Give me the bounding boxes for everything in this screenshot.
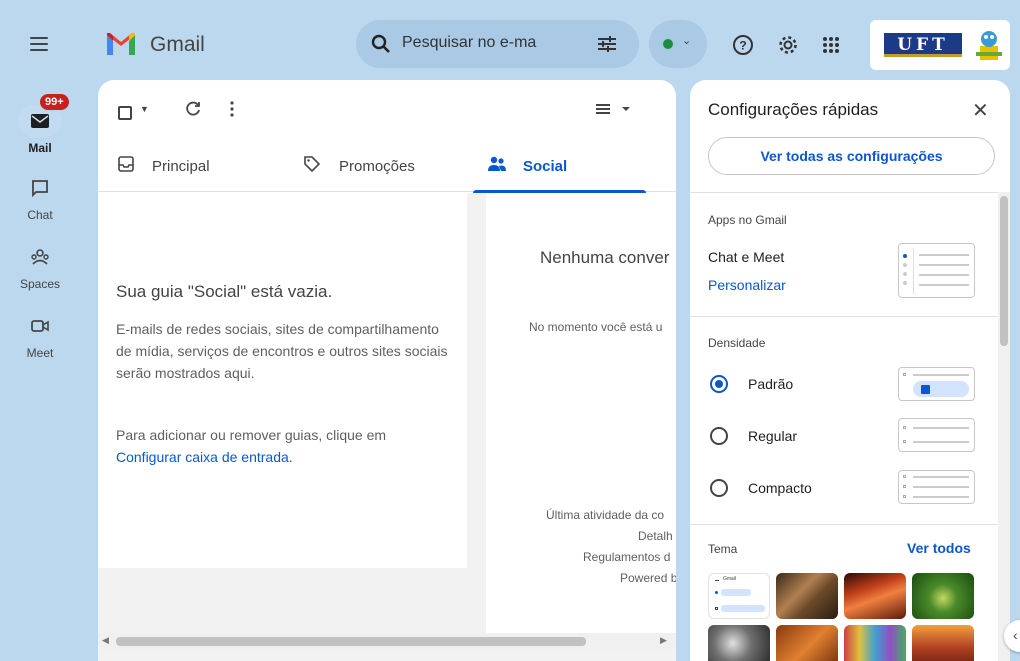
reading-pane: Nenhuma conver No momento você está u Úl… (486, 193, 676, 633)
tag-icon (303, 155, 321, 177)
customize-link[interactable]: Personalizar (708, 277, 786, 293)
tab-social[interactable]: Social (473, 140, 646, 193)
density-compact-radio[interactable] (710, 479, 728, 497)
tab-label: Social (523, 157, 568, 175)
apps-preview-thumbnail (898, 243, 975, 298)
theme-section-heading: Tema (708, 542, 738, 556)
status-dot-icon (663, 39, 673, 49)
close-icon[interactable]: ✕ (972, 98, 989, 123)
density-regular-preview[interactable] (898, 418, 975, 452)
empty-state-description: E-mails de redes sociais, sites de compa… (116, 321, 448, 381)
theme-plant[interactable] (912, 573, 974, 619)
theme-chess[interactable] (776, 573, 838, 619)
vertical-scrollbar[interactable] (998, 192, 1010, 661)
tab-principal[interactable]: Principal (118, 140, 288, 192)
see-all-settings-button[interactable]: Ver todas as configurações (708, 137, 995, 175)
quick-settings-panel: Configurações rápidas ✕ Ver todas as con… (690, 80, 1010, 661)
density-section-heading: Densidade (708, 336, 766, 350)
empty-state-title: Sua guia "Social" está vazia. (116, 282, 333, 301)
help-icon[interactable]: ? (727, 29, 759, 61)
main-menu-button[interactable] (28, 34, 52, 52)
select-options-chevron-icon[interactable]: ▼ (140, 104, 149, 114)
reading-pane-subtitle: No momento você está u (529, 320, 663, 334)
powered-by-text: Powered by (620, 571, 676, 585)
chevron-down-icon: ⌄ (682, 35, 692, 47)
search-icon[interactable] (370, 33, 392, 60)
divider (690, 192, 998, 193)
density-compact-preview[interactable] (898, 470, 975, 504)
tab-promocoes[interactable]: Promoções (303, 140, 473, 192)
more-options-icon[interactable] (229, 100, 235, 123)
scroll-left-arrow-icon[interactable]: ◀ (102, 635, 109, 646)
status-button[interactable]: ⌄ (649, 20, 707, 68)
search-options-icon[interactable] (596, 34, 618, 59)
search-bar[interactable]: Pesquisar no e-mail (356, 20, 639, 68)
density-default-label[interactable]: Padrão (748, 376, 793, 392)
rail-label-chat: Chat (27, 208, 53, 222)
policies-link[interactable]: Regulamentos d (583, 550, 670, 564)
inbox-icon (118, 156, 134, 176)
unread-count-badge: 99+ (38, 92, 71, 112)
app-title: Gmail (150, 33, 205, 56)
reading-pane-title: Nenhuma conver (540, 248, 670, 267)
inbox-panel: ▼ Principal Promoções Social Sua guia "S… (98, 80, 676, 661)
density-default-radio[interactable] (710, 375, 728, 393)
theme-leaves[interactable] (776, 625, 838, 661)
theme-preview-brand: Gmail (723, 576, 737, 582)
tab-label: Promoções (339, 157, 415, 175)
rail-item-mail[interactable]: Mail (0, 105, 80, 155)
details-link[interactable]: Detalh (638, 529, 673, 543)
rail-label-mail: Mail (28, 141, 52, 155)
rail-item-chat[interactable]: Chat (0, 172, 80, 222)
density-regular-label[interactable]: Regular (748, 428, 797, 444)
hint-text: Para adicionar ou remover guias, clique … (116, 427, 387, 443)
search-input[interactable]: Pesquisar no e-mail (402, 34, 537, 52)
scroll-right-arrow-icon[interactable]: ▶ (660, 635, 667, 646)
configure-inbox-link[interactable]: Configurar caixa de entrada. (116, 449, 293, 465)
people-icon (487, 156, 507, 176)
empty-state-hint: Para adicionar ou remover guias, clique … (116, 424, 456, 468)
theme-canyon[interactable] (844, 573, 906, 619)
gmail-logo[interactable] (105, 31, 137, 57)
apps-section-heading: Apps no Gmail (708, 213, 787, 227)
refresh-icon[interactable] (184, 100, 202, 123)
category-tabs: Principal Promoções Social (98, 140, 676, 193)
rail-label-spaces: Spaces (19, 277, 61, 291)
theme-desert[interactable] (912, 625, 974, 661)
theme-bubbles[interactable] (708, 625, 770, 661)
chevron-left-icon: ‹ (1013, 627, 1018, 643)
rail-label-meet: Meet (26, 346, 54, 360)
density-regular-radio[interactable] (710, 427, 728, 445)
density-default-preview[interactable] (898, 367, 975, 401)
last-activity-text: Última atividade da co (546, 508, 665, 522)
inbox-toolbar: ▼ (98, 96, 676, 136)
chat-icon (24, 172, 56, 204)
see-all-themes-link[interactable]: Ver todos (907, 540, 971, 556)
divider (690, 524, 998, 525)
horizontal-scrollbar-thumb[interactable] (116, 637, 586, 646)
divider (690, 316, 998, 317)
organization-account-badge[interactable]: UFT (870, 20, 1010, 70)
settings-gear-icon[interactable] (772, 29, 804, 61)
horizontal-scrollbar[interactable]: ◀ ▶ (98, 633, 676, 649)
rail-item-meet[interactable]: Meet (0, 310, 80, 360)
avatar[interactable] (974, 28, 1004, 62)
vertical-scrollbar-thumb[interactable] (1000, 196, 1008, 346)
spaces-icon (24, 241, 56, 273)
quick-settings-title: Configurações rápidas (708, 100, 879, 119)
theme-default[interactable]: Gmail (708, 573, 770, 619)
density-compact-label[interactable]: Compacto (748, 480, 812, 496)
theme-crayons[interactable] (844, 625, 906, 661)
tab-label: Principal (152, 157, 210, 175)
select-all-checkbox[interactable] (118, 106, 132, 120)
rail-item-spaces[interactable]: Spaces (0, 241, 80, 291)
video-camera-icon (24, 310, 56, 342)
organization-logo: UFT (884, 33, 962, 57)
chat-meet-label: Chat e Meet (708, 249, 785, 265)
apps-grid-icon[interactable] (815, 29, 847, 61)
split-pane-toggle-icon[interactable] (596, 102, 630, 121)
svg-text:?: ? (739, 39, 746, 53)
